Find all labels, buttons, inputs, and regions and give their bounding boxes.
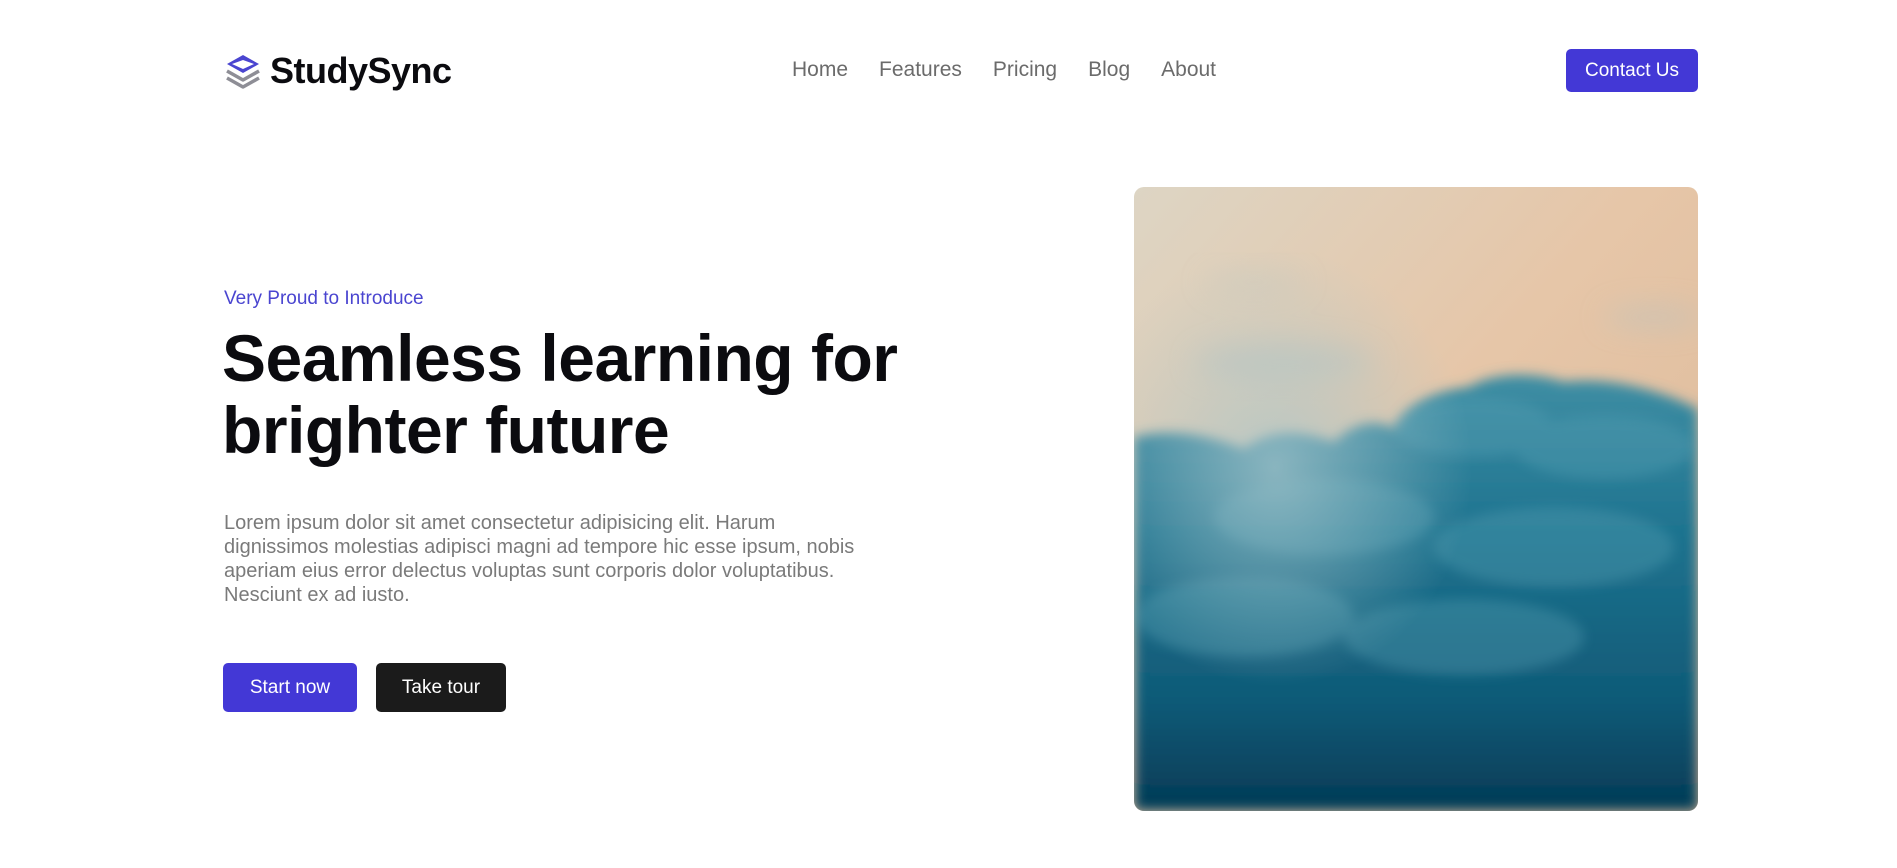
main-nav: Home Features Pricing Blog About bbox=[792, 58, 1216, 82]
hero-title: Seamless learning for brighter future bbox=[222, 321, 898, 467]
hero-eyebrow: Very Proud to Introduce bbox=[224, 288, 424, 309]
brand-logo[interactable]: StudySync bbox=[224, 50, 452, 92]
contact-us-button[interactable]: Contact Us bbox=[1566, 49, 1698, 92]
nav-pricing[interactable]: Pricing bbox=[993, 58, 1057, 82]
take-tour-button[interactable]: Take tour bbox=[376, 663, 506, 712]
hero-image bbox=[1134, 187, 1698, 811]
nav-about[interactable]: About bbox=[1161, 58, 1216, 82]
layers-icon bbox=[226, 55, 260, 89]
nav-blog[interactable]: Blog bbox=[1088, 58, 1130, 82]
nav-home[interactable]: Home bbox=[792, 58, 848, 82]
start-now-button[interactable]: Start now bbox=[223, 663, 357, 712]
hero-description: Lorem ipsum dolor sit amet consectetur a… bbox=[224, 512, 855, 606]
nav-features[interactable]: Features bbox=[879, 58, 962, 82]
brand-name: StudySync bbox=[270, 50, 452, 91]
cloud-sky-illustration bbox=[1134, 187, 1698, 811]
landing-page: StudySync Home Features Pricing Blog Abo… bbox=[0, 0, 1897, 868]
